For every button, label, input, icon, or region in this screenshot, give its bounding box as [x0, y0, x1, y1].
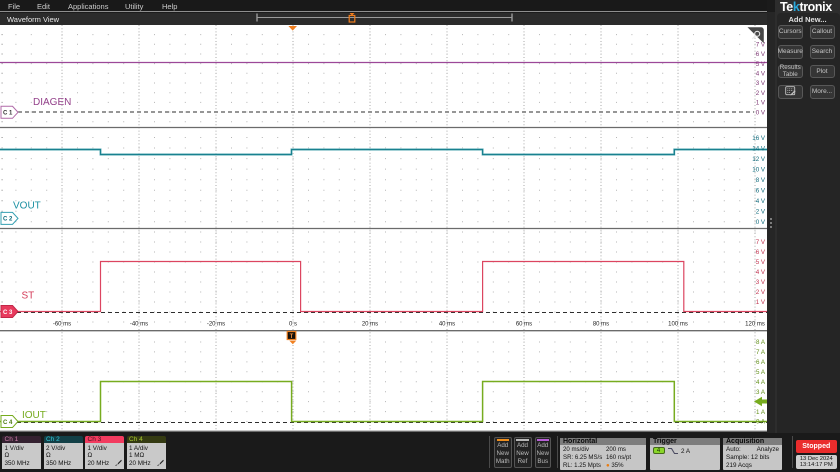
- svg-text:5 A: 5 A: [756, 369, 766, 376]
- svg-text:7 A: 7 A: [756, 349, 766, 356]
- svg-text:IOUT: IOUT: [22, 410, 46, 421]
- svg-text:1 A: 1 A: [756, 409, 766, 416]
- svg-text:2 V: 2 V: [756, 289, 766, 296]
- svg-text:6 V: 6 V: [756, 51, 766, 58]
- svg-text:0 A: 0 A: [756, 419, 766, 426]
- svg-text:3 A: 3 A: [756, 389, 766, 396]
- svg-text:60 ms: 60 ms: [516, 322, 532, 328]
- svg-text:0 V: 0 V: [756, 219, 766, 226]
- svg-text:12 V: 12 V: [752, 156, 766, 163]
- svg-text:20 ms: 20 ms: [362, 322, 378, 328]
- svg-text:7 V: 7 V: [756, 42, 766, 49]
- svg-text:4 V: 4 V: [756, 269, 766, 276]
- svg-text:4 A: 4 A: [756, 379, 766, 386]
- svg-text:100 ms: 100 ms: [668, 322, 688, 328]
- svg-text:5 V: 5 V: [756, 61, 766, 68]
- svg-text:120 ms: 120 ms: [745, 322, 765, 328]
- svg-text:0 s: 0 s: [289, 322, 297, 328]
- svg-text:3 V: 3 V: [756, 80, 766, 87]
- svg-text:6 V: 6 V: [756, 249, 766, 256]
- svg-text:C 2: C 2: [3, 217, 13, 223]
- svg-text:-60 ms: -60 ms: [53, 322, 71, 328]
- svg-text:T: T: [290, 334, 294, 340]
- svg-text:1 V: 1 V: [756, 100, 766, 107]
- svg-text:3 V: 3 V: [756, 279, 766, 286]
- svg-text:8 V: 8 V: [756, 177, 766, 184]
- svg-text:10 V: 10 V: [752, 166, 766, 173]
- svg-text:1 V: 1 V: [756, 299, 766, 306]
- svg-text:2 V: 2 V: [756, 209, 766, 216]
- svg-text:-20 ms: -20 ms: [207, 322, 225, 328]
- svg-text:6 V: 6 V: [756, 188, 766, 195]
- svg-text:ST: ST: [22, 291, 35, 302]
- svg-text:4 V: 4 V: [756, 71, 766, 78]
- svg-text:C 4: C 4: [3, 420, 13, 426]
- svg-text:0 V: 0 V: [756, 109, 766, 116]
- svg-text:7 V: 7 V: [756, 239, 766, 246]
- svg-text:DIAGEN: DIAGEN: [33, 97, 71, 108]
- svg-text:C 1: C 1: [3, 111, 13, 117]
- svg-text:C 3: C 3: [3, 310, 13, 316]
- svg-text:80 ms: 80 ms: [593, 322, 609, 328]
- svg-text:5 V: 5 V: [756, 259, 766, 266]
- svg-text:2 V: 2 V: [756, 90, 766, 97]
- svg-text:6 A: 6 A: [756, 359, 766, 366]
- svg-text:-40 ms: -40 ms: [130, 322, 148, 328]
- svg-text:16 V: 16 V: [752, 135, 766, 142]
- svg-text:14 V: 14 V: [752, 145, 766, 152]
- svg-text:VOUT: VOUT: [13, 201, 41, 212]
- svg-text:4 V: 4 V: [756, 198, 766, 205]
- svg-text:8 A: 8 A: [756, 339, 766, 346]
- svg-text:40 ms: 40 ms: [439, 322, 455, 328]
